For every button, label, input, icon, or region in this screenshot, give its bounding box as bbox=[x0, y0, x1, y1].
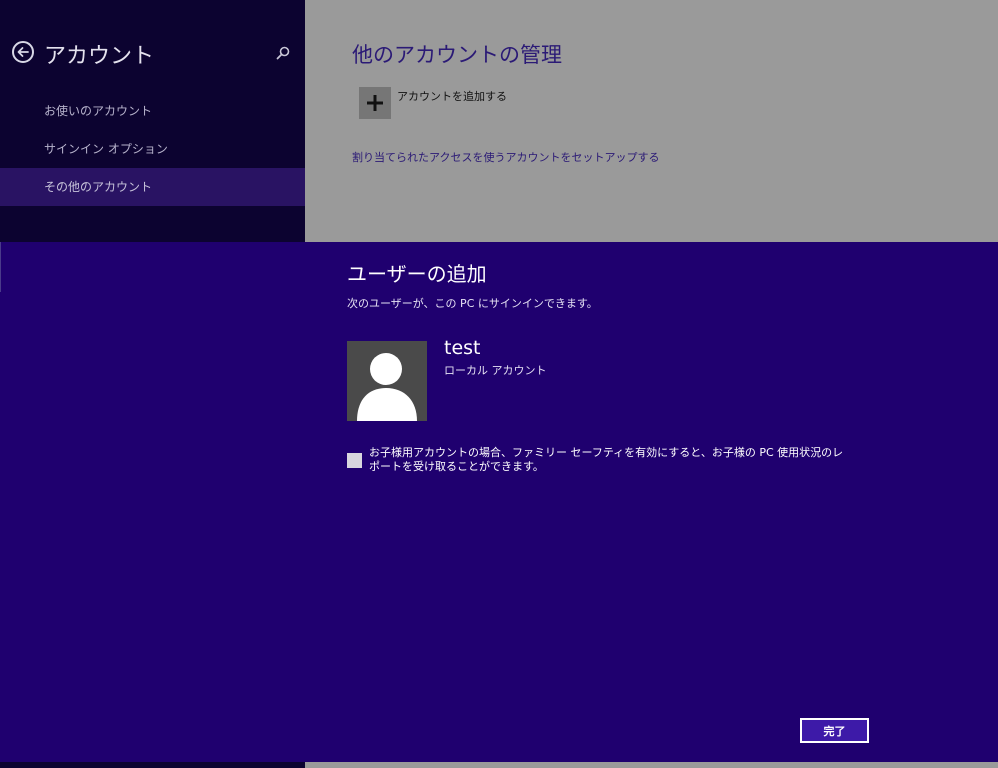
add-account-label: アカウントを追加する bbox=[397, 90, 507, 103]
account-type: ローカル アカウント bbox=[444, 364, 547, 377]
bottom-strip bbox=[305, 762, 998, 768]
page-title: 他のアカウントの管理 bbox=[352, 43, 562, 67]
family-safety-label: お子様用アカウントの場合、ファミリー セーフティを有効にすると、お子様の PC … bbox=[369, 446, 844, 473]
plus-icon bbox=[367, 95, 383, 111]
search-button[interactable] bbox=[275, 45, 291, 61]
pane-title: アカウント bbox=[44, 44, 155, 69]
sidebar-item-your-account[interactable]: お使いのアカウント bbox=[0, 92, 305, 130]
user-name: test bbox=[444, 337, 481, 359]
dialog-subtitle: 次のユーザーが、この PC にサインインできます。 bbox=[347, 297, 598, 310]
search-icon bbox=[276, 46, 290, 60]
assigned-access-link[interactable]: 割り当てられたアクセスを使うアカウントをセットアップする bbox=[352, 149, 659, 165]
dialog-title: ユーザーの追加 bbox=[347, 262, 487, 286]
main-content: 他のアカウントの管理 アカウントを追加する 割り当てられたアクセスを使うアカウン… bbox=[305, 0, 998, 242]
back-arrow-icon bbox=[17, 47, 29, 57]
family-safety-checkbox[interactable] bbox=[347, 453, 362, 468]
sidebar-item-other-accounts[interactable]: その他のアカウント bbox=[0, 168, 305, 206]
sidebar-item-sign-in-options[interactable]: サインイン オプション bbox=[0, 130, 305, 168]
dialog-edge bbox=[0, 242, 1, 292]
user-silhouette-icon bbox=[357, 353, 417, 421]
avatar bbox=[347, 341, 427, 421]
add-user-dialog: ユーザーの追加 次のユーザーが、この PC にサインインできます。 test ロ… bbox=[0, 242, 998, 762]
back-button[interactable] bbox=[12, 41, 34, 63]
add-account-tile bbox=[359, 87, 391, 119]
done-button[interactable]: 完了 bbox=[800, 718, 869, 743]
